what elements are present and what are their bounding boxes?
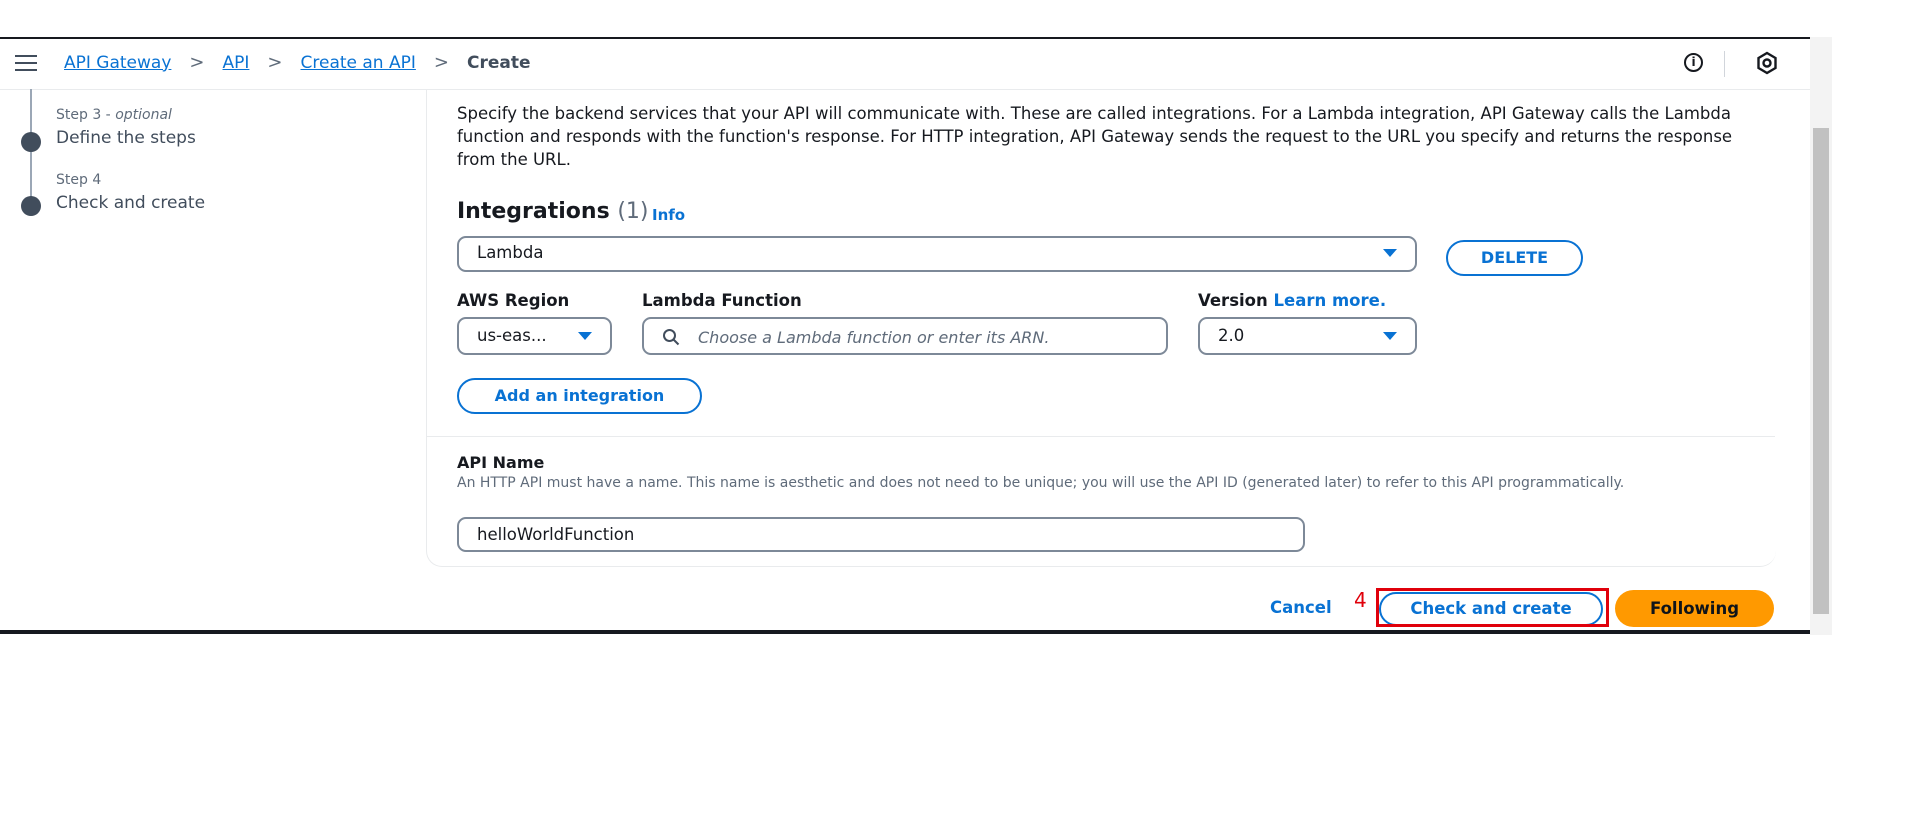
api-name-label: API Name	[457, 453, 545, 472]
aws-region-label: AWS Region	[457, 291, 570, 310]
step-3-dot	[21, 132, 41, 152]
chevron-right-icon: >	[189, 52, 205, 73]
info-icon[interactable]: i	[1684, 53, 1703, 72]
browser-frame: API Gateway > API > Create an API > Crea…	[0, 0, 1810, 634]
scrollbar-thumb[interactable]	[1813, 128, 1829, 614]
aws-region-select[interactable]: us-eas...	[457, 317, 612, 355]
version-label-row: Version Learn more.	[1198, 291, 1386, 310]
version-value: 2.0	[1218, 326, 1245, 345]
integration-type-select[interactable]: Lambda	[457, 236, 1417, 272]
version-label: Version	[1198, 291, 1268, 310]
lambda-function-label: Lambda Function	[642, 291, 802, 310]
caret-down-icon	[1383, 249, 1397, 257]
learn-more-link[interactable]: Learn more.	[1274, 291, 1387, 310]
section-divider	[426, 436, 1775, 437]
chevron-right-icon: >	[267, 52, 283, 73]
bottom-border	[0, 630, 1810, 634]
lambda-function-input[interactable]	[696, 323, 1150, 351]
integrations-info-link[interactable]: Info	[652, 206, 685, 224]
integration-type-value: Lambda	[477, 243, 544, 262]
top-navigation: API Gateway > API > Create an API > Crea…	[0, 39, 1810, 90]
chevron-right-icon: >	[433, 52, 449, 73]
step-4-number: Step 4	[56, 172, 102, 188]
api-name-help: An HTTP API must have a name. This name …	[457, 475, 1625, 491]
toolbar-divider	[1724, 51, 1725, 77]
integrations-title: Integrations	[457, 199, 610, 224]
add-integration-button[interactable]: Add an integration	[457, 378, 702, 414]
integrations-description: Specify the backend services that your A…	[457, 104, 1733, 169]
lambda-function-search[interactable]	[642, 317, 1168, 355]
breadcrumb-create-an-api[interactable]: Create an API	[301, 53, 416, 73]
annotation-highlight-box	[1376, 588, 1609, 627]
annotation-number: 4	[1354, 588, 1367, 612]
caret-down-icon	[578, 332, 592, 340]
step-4-dot	[21, 196, 41, 216]
search-icon	[663, 329, 680, 346]
following-button[interactable]: Following	[1615, 590, 1774, 627]
settings-icon[interactable]	[1755, 51, 1779, 79]
hamburger-menu-icon[interactable]	[15, 55, 37, 73]
step-3-number: Step 3 - optional	[56, 107, 172, 123]
api-name-input[interactable]	[457, 517, 1305, 552]
step-4-title[interactable]: Check and create	[56, 193, 205, 213]
integrations-heading: Integrations (1)	[457, 199, 649, 224]
cancel-button[interactable]: Cancel	[1270, 598, 1332, 617]
breadcrumb-api-gateway[interactable]: API Gateway	[64, 53, 171, 73]
integrations-count: (1)	[617, 199, 649, 224]
caret-down-icon	[1383, 332, 1397, 340]
aws-region-value: us-eas...	[477, 326, 547, 345]
delete-integration-button[interactable]: DELETE	[1446, 240, 1583, 276]
step-3-title[interactable]: Define the steps	[56, 128, 196, 148]
breadcrumb-current: Create	[466, 52, 531, 73]
breadcrumb: API Gateway > API > Create an API > Crea…	[64, 52, 531, 73]
version-select[interactable]: 2.0	[1198, 317, 1417, 355]
breadcrumb-api[interactable]: API	[223, 53, 250, 73]
